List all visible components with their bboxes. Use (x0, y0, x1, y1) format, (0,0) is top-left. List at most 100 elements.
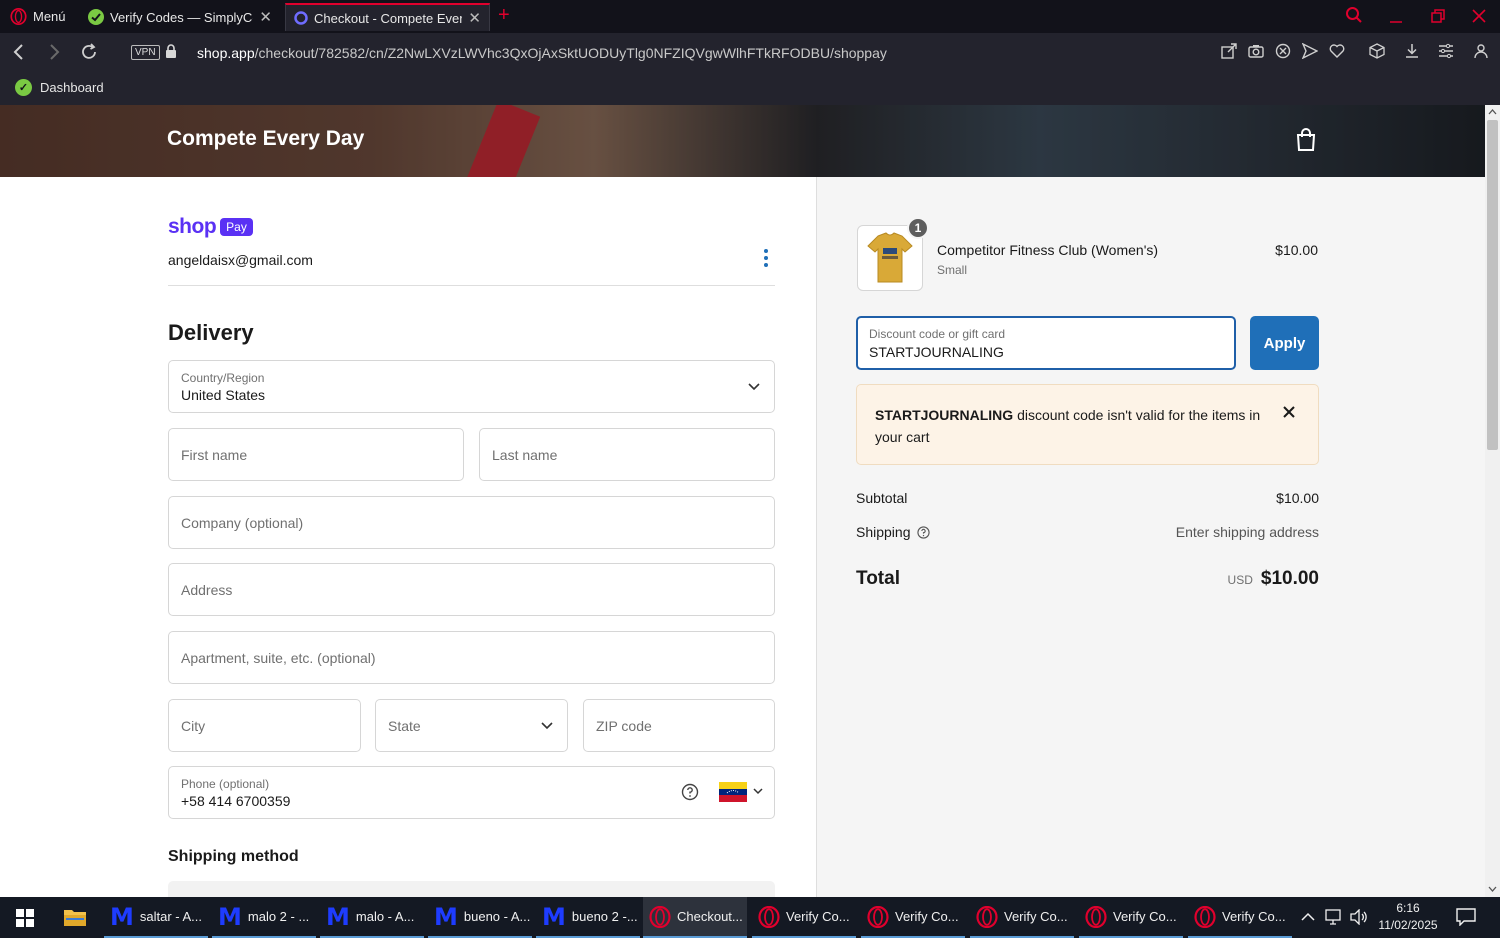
scroll-up-icon[interactable] (1488, 109, 1497, 115)
state-select[interactable]: State (375, 699, 568, 752)
store-name-link[interactable]: Compete Every Day (167, 127, 364, 151)
chevron-down-icon[interactable] (753, 788, 763, 795)
close-tab-icon[interactable]: ✕ (259, 8, 272, 26)
help-circle-icon[interactable] (681, 783, 699, 801)
camera-icon[interactable] (1248, 43, 1264, 59)
close-icon[interactable] (1282, 405, 1296, 419)
shopping-bag-icon[interactable] (1295, 128, 1317, 152)
taskbar-item[interactable]: Verify Co... (1188, 897, 1292, 938)
simplycodes-favicon-icon (88, 9, 104, 25)
company-field[interactable]: Company (optional) (168, 496, 775, 549)
bookmark-dashboard[interactable]: ✓ Dashboard (15, 79, 104, 96)
taskbar-item[interactable]: Verify Co... (861, 897, 965, 938)
reload-icon[interactable] (80, 43, 98, 61)
venezuela-flag-icon[interactable] (719, 782, 747, 802)
minimize-icon[interactable] (1389, 10, 1403, 24)
chevron-up-icon[interactable] (1301, 912, 1315, 922)
m-icon: M (434, 902, 458, 931)
taskbar-item[interactable]: Mbueno - A... (428, 897, 532, 938)
subtotal-value: $10.00 (1276, 490, 1319, 506)
shipping-value: Enter shipping address (1175, 524, 1319, 540)
discount-code-field[interactable]: Discount code or gift card STARTJOURNALI… (856, 316, 1236, 370)
last-name-field[interactable]: Last name (479, 428, 775, 481)
windows-start-icon[interactable] (16, 909, 34, 927)
first-name-field[interactable]: First name (168, 428, 464, 481)
vpn-badge[interactable]: VPN (131, 45, 160, 60)
opera-icon (649, 905, 671, 928)
more-options-icon[interactable] (760, 247, 772, 269)
tab-checkout[interactable]: Checkout - Compete Every Day ✕ (285, 3, 490, 31)
help-circle-icon[interactable] (916, 526, 930, 539)
taskbar-label: Verify Co... (786, 909, 850, 924)
taskbar-label: Verify Co... (1004, 909, 1068, 924)
country-select[interactable]: Country/Region United States (168, 360, 775, 413)
tab-verify-codes[interactable]: Verify Codes — SimplyCodes ✕ (80, 3, 280, 31)
taskbar-item[interactable]: Mmalo - A... (320, 897, 424, 938)
back-icon[interactable] (12, 43, 26, 61)
zip-field[interactable]: ZIP code (583, 699, 775, 752)
m-icon: M (110, 902, 134, 931)
city-field[interactable]: City (168, 699, 361, 752)
easy-setup-icon[interactable] (1438, 43, 1454, 59)
address-bar: VPN shop.app/checkout/782582/cn/Z2NwLXVz… (0, 33, 1500, 73)
divider (168, 285, 775, 286)
quantity-badge: 1 (907, 217, 929, 239)
total-label: Total (856, 568, 900, 589)
scroll-thumb[interactable] (1487, 120, 1498, 450)
new-tab-icon[interactable]: + (498, 4, 510, 27)
clock-date: 11/02/2025 (1378, 918, 1438, 932)
opera-icon (867, 905, 889, 928)
notifications-icon[interactable] (1456, 908, 1476, 926)
total-value: $10.00 (1260, 568, 1319, 589)
taskbar-item-active[interactable]: Checkout... (643, 897, 747, 938)
opera-menu-button[interactable]: Menú (10, 8, 66, 25)
taskbar-item[interactable]: Verify Co... (970, 897, 1074, 938)
forward-icon[interactable] (47, 43, 61, 61)
restore-icon[interactable] (1431, 9, 1445, 23)
taskbar-label: Checkout... (677, 909, 743, 924)
profile-icon[interactable] (1474, 43, 1488, 59)
close-tab-icon[interactable]: ✕ (468, 9, 481, 27)
country-label: Country/Region (181, 371, 265, 385)
taskbar-item[interactable]: Msaltar - A... (104, 897, 208, 938)
network-icon[interactable] (1325, 909, 1343, 925)
lock-icon[interactable] (166, 44, 176, 58)
scroll-down-icon[interactable] (1488, 886, 1497, 892)
heart-icon[interactable] (1329, 43, 1345, 59)
windows-taskbar: Msaltar - A... Mmalo 2 - ... Mmalo - A..… (0, 897, 1500, 938)
opera-icon (1085, 905, 1107, 928)
page-scrollbar[interactable] (1485, 105, 1500, 897)
product-name: Competitor Fitness Club (Women's) (937, 242, 1159, 258)
close-window-icon[interactable] (1472, 9, 1486, 23)
volume-icon[interactable] (1350, 909, 1368, 925)
delivery-heading: Delivery (168, 320, 254, 345)
apply-discount-button[interactable]: Apply (1250, 316, 1319, 370)
subtotal-label: Subtotal (856, 490, 908, 506)
apartment-field[interactable]: Apartment, suite, etc. (optional) (168, 631, 775, 684)
shop-favicon-icon (294, 11, 308, 25)
file-explorer-icon[interactable] (63, 907, 87, 927)
address-field[interactable]: Address (168, 563, 775, 616)
share-icon[interactable] (1221, 43, 1237, 59)
send-icon[interactable] (1302, 43, 1318, 59)
store-header: Compete Every Day (0, 105, 1485, 177)
currency-code: USD (1227, 573, 1253, 587)
apartment-placeholder: Apartment, suite, etc. (optional) (181, 649, 376, 666)
phone-value: +58 414 6700359 (181, 793, 291, 809)
url-path: /checkout/782582/cn/Z2NwLXVzLWVhc3QxOjAx… (254, 45, 887, 61)
opera-logo-icon (10, 8, 27, 25)
adblock-icon[interactable] (1275, 43, 1291, 59)
system-clock[interactable]: 6:16 11/02/2025 (1375, 900, 1441, 934)
search-icon[interactable] (1345, 6, 1363, 24)
taskbar-item[interactable]: Mbueno 2 -... (536, 897, 640, 938)
taskbar-label: Verify Co... (1113, 909, 1177, 924)
phone-field[interactable]: Phone (optional) +58 414 6700359 (168, 766, 775, 819)
taskbar-item[interactable]: Verify Co... (1079, 897, 1183, 938)
taskbar-item[interactable]: Mmalo 2 - ... (212, 897, 316, 938)
taskbar-item[interactable]: Verify Co... (752, 897, 856, 938)
clock-time: 6:16 (1396, 901, 1420, 915)
first-name-placeholder: First name (181, 446, 248, 463)
cube-icon[interactable] (1369, 43, 1385, 59)
url-field[interactable]: shop.app/checkout/782582/cn/Z2NwLXVzLWVh… (197, 45, 887, 61)
download-icon[interactable] (1404, 43, 1420, 59)
